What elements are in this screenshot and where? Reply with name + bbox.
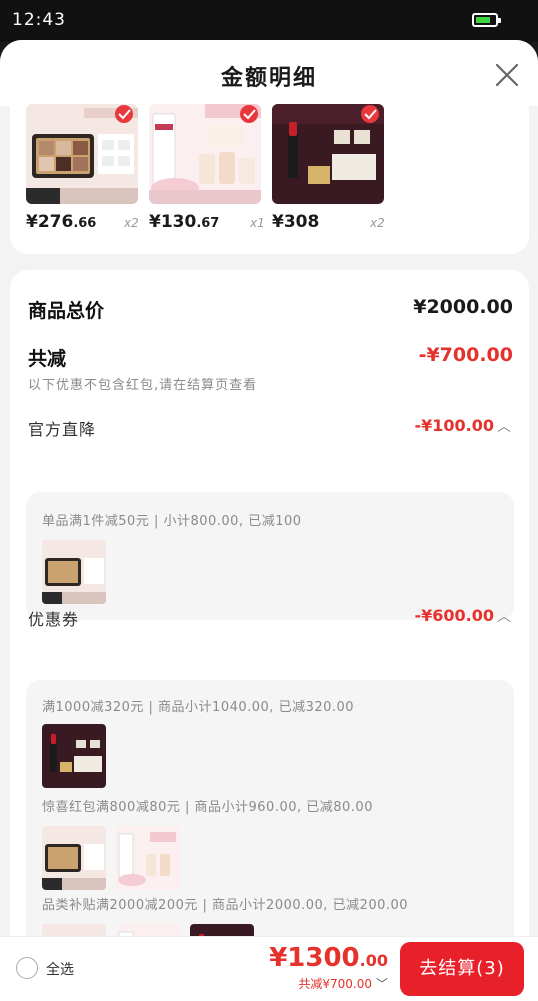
chevron-up-icon: ︿ (497, 419, 511, 435)
thumb-palette[interactable] (42, 540, 106, 604)
price-main: ¥130 (149, 212, 197, 232)
product-qty: x2 (124, 216, 139, 230)
battery-fill (476, 17, 490, 23)
thumb-lipstick[interactable] (42, 724, 106, 788)
product-image-lipstick[interactable] (272, 104, 384, 204)
radio-icon[interactable] (16, 957, 38, 979)
checkout-bar: 全选 ¥1300.00 共减¥700.00 ﹀ 去结算(3) (0, 936, 538, 1001)
total-price-label: 商品总价 (28, 300, 105, 322)
amount-detail-sheet: 金额明细 ¥276.66 x2 ¥130.67 x1 ¥308 x2 商品总价 … (0, 40, 538, 1001)
price-detail-card: 商品总价 ¥2000.00 共减 -¥700.00 以下优惠不包含红包,请在结算… (10, 270, 529, 1001)
official-discount-toggle[interactable]: -¥100.00 ︿ (414, 416, 511, 436)
price-main: ¥308 (272, 212, 320, 232)
product-qty: x2 (370, 216, 385, 230)
checkout-button[interactable]: 去结算(3) (400, 942, 524, 996)
chevron-up-icon: ︿ (497, 609, 511, 625)
price-decimal: .67 (196, 216, 220, 231)
discount-detail-toggle[interactable]: 共减¥700.00 ﹀ (298, 975, 388, 992)
product-price: ¥276.66 (26, 212, 96, 232)
total-amount: ¥1300.00 (269, 943, 388, 973)
official-discount-value: -¥100.00 (414, 416, 494, 435)
price-decimal: .66 (73, 216, 97, 231)
thumb-palette[interactable] (42, 826, 106, 890)
coupon-rule-text: 惊喜红包满800减80元 | 商品小计960.00, 已减80.00 (42, 800, 373, 815)
close-icon[interactable] (490, 58, 524, 92)
amount-main: ¥1300 (269, 943, 360, 973)
product-price: ¥130.67 (149, 212, 219, 232)
official-discount-group: 单品满1件减50元 | 小计800.00, 已减100 (26, 492, 514, 620)
sheet-title: 金额明细 (220, 66, 317, 91)
sheet-header: 金额明细 (0, 40, 538, 106)
product-image-palette[interactable] (26, 104, 138, 204)
discount-note: 以下优惠不包含红包,请在结算页查看 (28, 378, 258, 393)
coupon-value: -¥600.00 (414, 606, 494, 625)
amount-decimal: .00 (359, 951, 388, 970)
discount-text: 共减¥700.00 (298, 977, 372, 991)
product-image-skincare[interactable] (149, 104, 261, 204)
coupon-rule-text: 品类补贴满2000减200元 | 商品小计2000.00, 已减200.00 (42, 898, 409, 913)
coupon-toggle[interactable]: -¥600.00 ︿ (414, 606, 511, 626)
status-bar: 12:43 (0, 0, 538, 42)
product-price: ¥308 (272, 212, 319, 232)
total-discount-label: 共减 (28, 348, 67, 370)
select-all-label[interactable]: 全选 (46, 959, 74, 979)
price-main: ¥276 (26, 212, 74, 232)
coupon-rule-text: 满1000减320元 | 商品小计1040.00, 已减320.00 (42, 700, 355, 715)
battery-icon (472, 13, 501, 27)
official-rule-text: 单品满1件减50元 | 小计800.00, 已减100 (42, 514, 302, 529)
thumb-skincare[interactable] (116, 826, 180, 890)
product-qty: x1 (250, 216, 265, 230)
status-time: 12:43 (12, 10, 66, 30)
total-discount-value: -¥700.00 (418, 344, 513, 366)
total-price-value: ¥2000.00 (413, 296, 513, 318)
chevron-down-icon: ﹀ (375, 977, 388, 991)
official-discount-label: 官方直降 (28, 420, 97, 439)
coupon-label: 优惠券 (28, 610, 80, 629)
products-card: ¥276.66 x2 ¥130.67 x1 ¥308 x2 (10, 98, 529, 254)
